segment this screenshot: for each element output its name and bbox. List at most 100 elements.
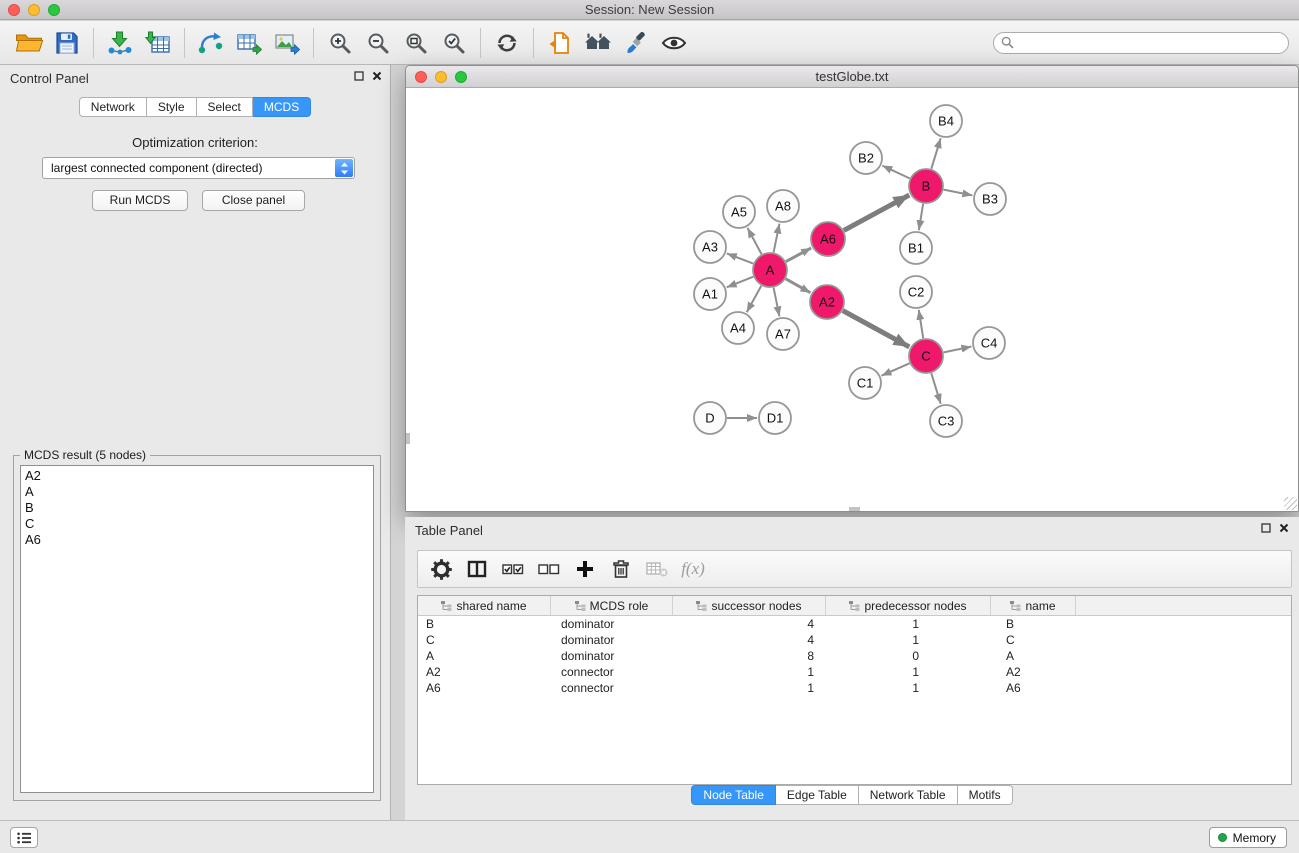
edge-A6-B[interactable] [844,195,909,230]
close-panel-button[interactable]: Close panel [202,190,305,211]
edge-C-C2[interactable] [919,310,923,338]
tab-mcds[interactable]: MCDS [253,97,311,117]
tab-select[interactable]: Select [197,97,253,117]
graph-node-A4[interactable]: A4 [722,312,754,344]
split-columns-icon[interactable] [462,554,492,584]
export-document-icon[interactable] [541,25,579,61]
table-row[interactable]: Adominator80A [418,648,1291,664]
graph-node-D[interactable]: D [694,402,726,434]
tab-node-table[interactable]: Node Table [691,785,776,805]
column-header[interactable]: shared name [418,596,551,615]
graph-node-C3[interactable]: C3 [930,405,962,437]
edge-B-B2[interactable] [882,166,909,179]
close-table-panel-icon[interactable] [1279,523,1289,533]
network-share-icon[interactable] [192,25,230,61]
tab-motifs[interactable]: Motifs [958,785,1013,805]
tab-network-table[interactable]: Network Table [859,785,958,805]
import-table-icon[interactable] [139,25,177,61]
tab-edge-table[interactable]: Edge Table [776,785,859,805]
graph-node-A2[interactable]: A2 [810,285,844,319]
save-icon[interactable] [48,25,86,61]
edge-A-A2[interactable] [786,279,811,293]
close-window-button[interactable] [8,4,20,16]
search-box[interactable] [993,32,1289,54]
add-column-icon[interactable] [570,554,600,584]
graph-node-B1[interactable]: B1 [900,232,932,264]
edge-A-A4[interactable] [747,286,762,312]
home-icon[interactable] [579,25,617,61]
edge-C-C1[interactable] [881,363,909,375]
zoom-selected-icon[interactable] [435,25,473,61]
edge-A-A1[interactable] [727,277,754,288]
open-folder-icon[interactable] [10,25,48,61]
graph-node-A[interactable]: A [753,253,787,287]
column-header[interactable]: successor nodes [673,596,826,615]
float-table-panel-icon[interactable] [1261,523,1271,533]
edge-A-A3[interactable] [727,253,753,263]
graph-node-B4[interactable]: B4 [930,105,962,137]
memory-button[interactable]: Memory [1209,827,1287,848]
graph-node-C1[interactable]: C1 [849,367,881,399]
table-row[interactable]: Cdominator41C [418,632,1291,648]
gear-icon[interactable] [426,554,456,584]
network-canvas[interactable]: B4B2BB3A5A8A6A3B1AC2A1A2A4A7C4CC1DD1C3 [406,88,1298,511]
graph-node-A1[interactable]: A1 [694,278,726,310]
zoom-in-icon[interactable] [321,25,359,61]
edge-C-C3[interactable] [931,373,940,404]
table-row[interactable]: Bdominator41B [418,616,1291,632]
graph-node-C[interactable]: C [909,339,943,373]
select-all-icon[interactable] [498,554,528,584]
list-item[interactable]: A6 [21,532,373,548]
zoom-network-window-button[interactable] [455,71,467,83]
graph-node-A8[interactable]: A8 [767,190,799,222]
mcds-result-list[interactable]: A2ABCA6 [20,465,374,793]
edge-A2-C[interactable] [843,311,910,347]
graph-node-B[interactable]: B [909,169,943,203]
edge-B-B4[interactable] [931,138,940,169]
graph-node-A6[interactable]: A6 [811,222,845,256]
edge-B-B1[interactable] [919,204,923,230]
column-header[interactable]: MCDS role [551,596,673,615]
refresh-icon[interactable] [488,25,526,61]
edge-C-C4[interactable] [944,347,972,353]
tab-network[interactable]: Network [79,97,147,117]
style-brush-icon[interactable] [617,25,655,61]
import-network-icon[interactable] [101,25,139,61]
new-network-table-icon[interactable] [230,25,268,61]
edge-A-A7[interactable] [774,288,780,317]
graph-node-C2[interactable]: C2 [900,276,932,308]
float-panel-icon[interactable] [354,71,364,81]
minimize-window-button[interactable] [28,4,40,16]
task-history-button[interactable] [10,827,38,848]
show-hide-icon[interactable] [655,25,693,61]
resize-grip[interactable] [1284,497,1297,510]
zoom-out-icon[interactable] [359,25,397,61]
edge-A-A8[interactable] [774,224,780,253]
delete-table-icon[interactable] [642,554,672,584]
close-panel-icon[interactable] [372,71,382,81]
table-row[interactable]: A2connector11A2 [418,664,1291,680]
minimize-network-window-button[interactable] [435,71,447,83]
deselect-all-icon[interactable] [534,554,564,584]
graph-node-A3[interactable]: A3 [694,231,726,263]
edge-A-A5[interactable] [747,228,761,254]
network-window-titlebar[interactable]: testGlobe.txt [406,66,1298,88]
tab-style[interactable]: Style [147,97,197,117]
graph-node-A7[interactable]: A7 [767,318,799,350]
graph-node-C4[interactable]: C4 [973,327,1005,359]
close-network-window-button[interactable] [415,71,427,83]
edge-A-A6[interactable] [786,248,811,262]
list-item[interactable]: B [21,500,373,516]
graph-node-B2[interactable]: B2 [850,142,882,174]
run-mcds-button[interactable]: Run MCDS [92,190,188,211]
edge-B-B3[interactable] [944,190,973,196]
export-image-icon[interactable] [268,25,306,61]
column-header[interactable]: name [991,596,1076,615]
graph-node-D1[interactable]: D1 [759,402,791,434]
column-header[interactable]: predecessor nodes [826,596,991,615]
list-item[interactable]: C [21,516,373,532]
delete-column-icon[interactable] [606,554,636,584]
search-input[interactable] [1019,36,1281,50]
list-item[interactable]: A2 [21,468,373,484]
list-item[interactable]: A [21,484,373,500]
